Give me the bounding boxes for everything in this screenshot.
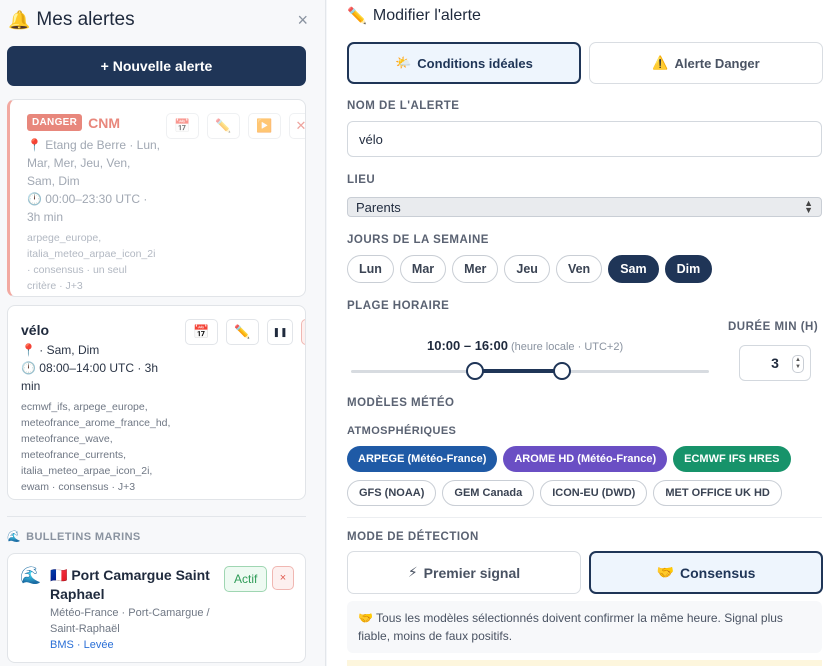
- tab-conditions-ideales[interactable]: 🌤️ Conditions idéales: [347, 42, 581, 84]
- pause-button[interactable]: ❚❚: [267, 319, 293, 345]
- alert-card-danger[interactable]: DANGER CNM 📅 ✏️ ▶️ ✕ 📍 Etang de Berre · …: [7, 99, 306, 297]
- lightning-icon: ⚡: [407, 564, 418, 580]
- pencil-icon: ✏️: [215, 118, 232, 133]
- time-range-readout: 10:00 – 16:00 (heure locale · UTC+2): [427, 338, 624, 353]
- model-ecmwf[interactable]: ECMWF IFS HRES: [673, 446, 791, 472]
- mode-label: MODE DE DÉTECTION: [347, 531, 479, 543]
- select-arrows-icon: ▲ ▼: [804, 198, 813, 215]
- model-icon-eu[interactable]: ICON-EU (DWD): [540, 480, 648, 506]
- calendar-icon: 📅: [174, 118, 191, 133]
- place-select[interactable]: Parents ▲ ▼: [347, 197, 822, 217]
- model-arome-hd[interactable]: AROME HD (Météo-France): [503, 446, 668, 472]
- model-arpege[interactable]: ARPEGE (Météo-France): [347, 446, 498, 472]
- model-gfs[interactable]: GFS (NOAA): [347, 480, 437, 506]
- page-title: ✏️ Modifier l'alerte: [347, 7, 481, 25]
- alert-actions: 📅 ✏️ ▶️ ✕: [166, 113, 306, 139]
- bulletins-heading: 🌊 BULLETINS MARINS: [7, 530, 141, 544]
- divider: [347, 517, 822, 518]
- models-label: MODÈLES MÉTÉO: [347, 397, 455, 409]
- day-sam[interactable]: Sam: [608, 255, 659, 283]
- bulletin-links[interactable]: BMS · Levée: [50, 639, 114, 651]
- sidebar-header: 🔔 Mes alertes ×: [8, 6, 308, 34]
- model-met-office[interactable]: MET OFFICE UK HD: [653, 480, 782, 506]
- model-gem[interactable]: GEM Canada: [442, 480, 535, 506]
- alert-name: CNM: [88, 114, 121, 131]
- tab-alerte-danger[interactable]: ⚠️ Alerte Danger: [589, 42, 823, 84]
- status-badge[interactable]: Actif: [224, 566, 268, 592]
- alert-time: 🕛 00:00–23:30 UTC · 3h min: [27, 192, 148, 224]
- new-alert-button[interactable]: + Nouvelle alerte: [7, 46, 306, 86]
- duration-label: DURÉE MIN (H): [728, 321, 819, 333]
- time-start-handle[interactable]: [466, 362, 484, 380]
- name-label: NOM DE L'ALERTE: [347, 100, 460, 112]
- pencil-icon: ✏️: [234, 324, 251, 339]
- alert-location: 📍 Etang de Berre · Lun, Mar, Mer, Jeu, V…: [27, 138, 161, 188]
- mode-premier-signal[interactable]: ⚡ Premier signal: [347, 551, 581, 594]
- models-row-2: GFS (NOAA) GEM Canada ICON-EU (DWD) MET …: [347, 480, 782, 506]
- sidebar-title: Mes alertes: [36, 9, 135, 30]
- alert-models: arpege_europe, italia_meteo_arpae_icon_2…: [27, 232, 156, 292]
- edit-button[interactable]: ✏️: [226, 319, 259, 345]
- sun-cloud-icon: 🌤️: [395, 55, 412, 70]
- calendar-button[interactable]: 📅: [166, 113, 199, 139]
- time-slider-range: [474, 369, 562, 373]
- close-icon[interactable]: ×: [297, 10, 308, 31]
- mode-consensus[interactable]: 🤝 Consensus: [589, 551, 823, 594]
- duration-input[interactable]: 3 ▲ ▼: [739, 345, 811, 381]
- edit-alert-panel: ✏️ Modifier l'alerte 🌤️ Conditions idéal…: [327, 0, 833, 666]
- alert-actions: 📅 ✏️ ❚❚: [185, 319, 305, 345]
- bulletin-title: 🇫🇷 Port Camargue Saint Raphael: [50, 567, 210, 602]
- delete-button[interactable]: [301, 319, 305, 345]
- delete-button[interactable]: ✕: [289, 113, 306, 139]
- warning-icon: ⚠️: [652, 55, 669, 70]
- time-end-handle[interactable]: [553, 362, 571, 380]
- pause-icon: ❚❚: [272, 326, 288, 337]
- close-icon: ✕: [295, 118, 306, 133]
- edit-button[interactable]: ✏️: [207, 113, 240, 139]
- day-dim[interactable]: Dim: [664, 255, 713, 283]
- wave-icon: 🌊: [20, 566, 42, 585]
- calendar-button[interactable]: 📅: [185, 319, 218, 345]
- play-icon: ▶️: [256, 118, 273, 133]
- day-ven[interactable]: Ven: [555, 255, 603, 283]
- time-label: PLAGE HORAIRE: [347, 300, 450, 312]
- place-label: LIEU: [347, 174, 376, 186]
- models-row-1: ARPEGE (Météo-France) AROME HD (Météo-Fr…: [347, 446, 791, 472]
- alert-name: vélo: [21, 322, 50, 338]
- danger-badge: DANGER: [27, 114, 83, 131]
- stepper-icon[interactable]: ▲ ▼: [792, 355, 804, 373]
- atmos-label: ATMOSPHÉRIQUES: [347, 425, 457, 437]
- resume-button[interactable]: ▶️: [248, 113, 281, 139]
- day-mer[interactable]: Mer: [452, 255, 499, 283]
- day-jeu[interactable]: Jeu: [504, 255, 550, 283]
- days-selector: Lun Mar Mer Jeu Ven Sam Dim: [347, 255, 713, 283]
- mode-info: 🤝 Tous les modèles sélectionnés doivent …: [347, 601, 822, 653]
- alert-name-input[interactable]: [347, 121, 822, 157]
- alert-models: ecmwf_ifs, arpege_europe, meteofrance_ar…: [21, 401, 171, 493]
- alert-card-title-row: DANGER CNM: [27, 114, 120, 131]
- day-mar[interactable]: Mar: [399, 255, 447, 283]
- alerts-sidebar: 🔔 Mes alertes × + Nouvelle alerte DANGER…: [0, 0, 326, 666]
- day-lun[interactable]: Lun: [347, 255, 394, 283]
- calendar-icon: 📅: [193, 324, 210, 339]
- alert-location: 📍 · Sam, Dim: [21, 343, 100, 357]
- bulletin-card[interactable]: 🌊 🇫🇷 Port Camargue Saint Raphael Météo-F…: [7, 553, 306, 663]
- warning-strip: [347, 660, 822, 666]
- handshake-icon: 🤝: [656, 564, 674, 580]
- alert-time: 🕛 08:00–14:00 UTC · 3h min: [21, 361, 159, 393]
- alert-card-velo[interactable]: vélo 📅 ✏️ ❚❚ 📍 · Sam, Dim 🕛 08:00–14:00 …: [7, 305, 306, 500]
- days-label: JOURS DE LA SEMAINE: [347, 234, 489, 246]
- remove-bulletin-button[interactable]: ×: [272, 566, 294, 590]
- bell-icon: 🔔: [8, 10, 31, 30]
- divider: [7, 516, 306, 517]
- bulletin-source: Météo-France · Port-Camargue / Saint-Rap…: [50, 607, 210, 635]
- pencil-icon: ✏️: [347, 8, 367, 25]
- wave-icon: 🌊: [7, 531, 22, 543]
- france-flag-icon: 🇫🇷: [50, 567, 72, 583]
